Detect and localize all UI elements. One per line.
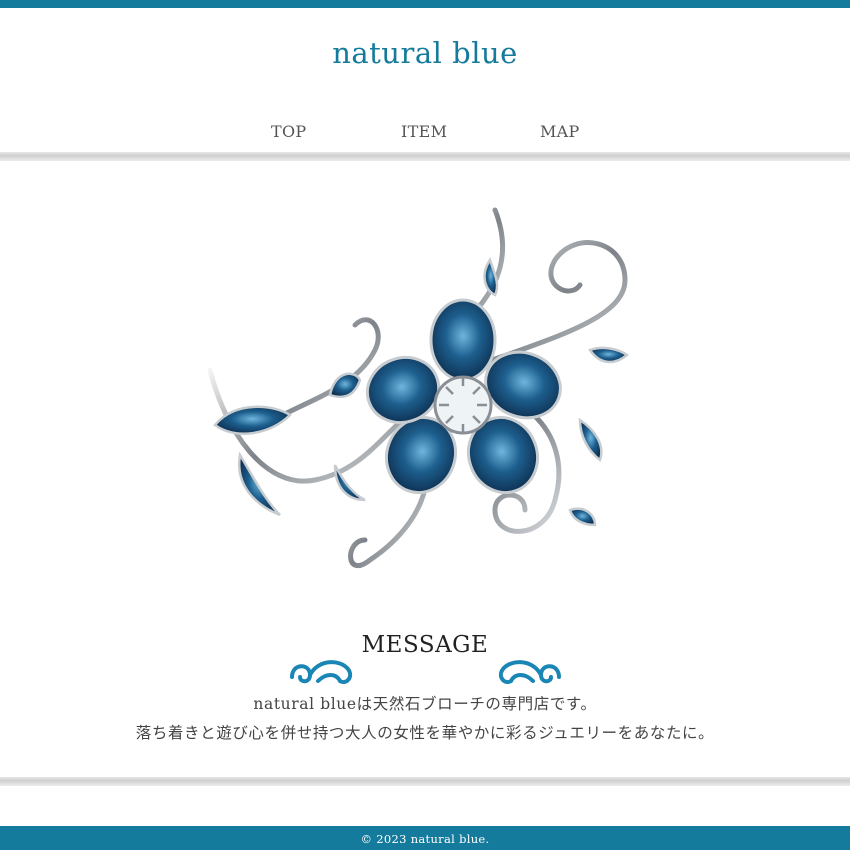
header-divider [0, 152, 850, 161]
message-line: natural blueは天然石ブローチの専門店です。 [253, 695, 597, 713]
message-line: 落ち着きと遊び心を併せ持つ大人の女性を華やかに彩るジュエリーをあなたに。 [135, 724, 715, 742]
nav-link-top[interactable]: TOP [271, 122, 306, 141]
message-heading: MESSAGE [361, 632, 489, 658]
hero-ornament-image [207, 207, 630, 569]
top-accent-bar [0, 0, 850, 8]
flourish-swirl-icon [290, 660, 353, 684]
copyright-text: © 2023 natural blue. [360, 832, 490, 846]
site-title[interactable]: natural blue [0, 36, 850, 70]
flourish-swirl-icon [498, 660, 561, 684]
nav-link-map[interactable]: MAP [540, 122, 580, 141]
content-divider [0, 777, 850, 786]
nav-link-item[interactable]: ITEM [401, 122, 447, 141]
main-nav: TOP ITEM MAP [0, 118, 850, 148]
footer: © 2023 natural blue. [0, 826, 850, 850]
